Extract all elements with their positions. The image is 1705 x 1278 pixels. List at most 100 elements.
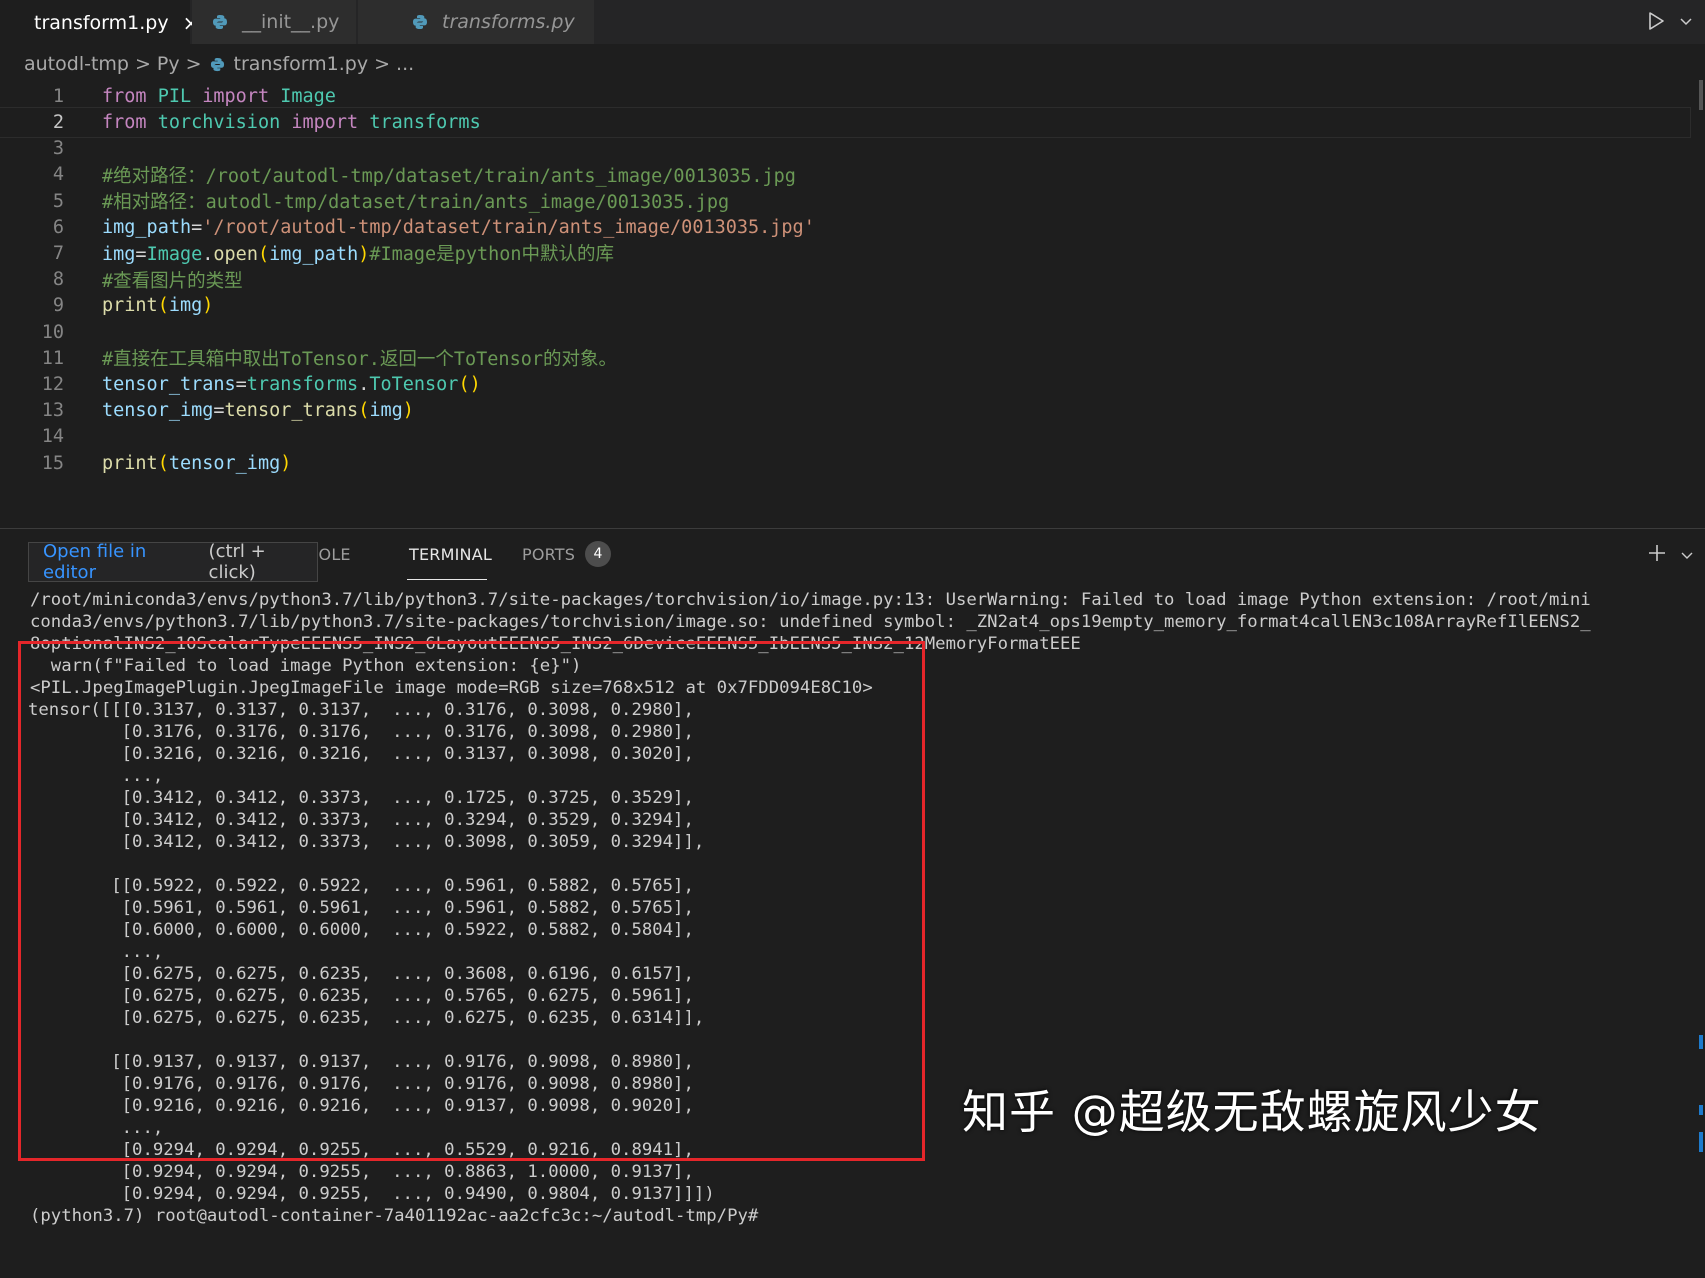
- code-token: transforms: [358, 111, 481, 133]
- run-python-file-icon[interactable]: [1645, 10, 1667, 32]
- code-token: print: [102, 452, 158, 474]
- code-line[interactable]: 12 tensor_trans=transforms.ToTensor(): [0, 370, 1690, 399]
- editor-tab-bar: transform1.py × __init__.py transforms.p…: [0, 0, 1705, 44]
- code-text: print(tensor_img): [102, 453, 291, 474]
- code-line[interactable]: 15 print(tensor_img): [0, 449, 1690, 478]
- terminal-line: /root/miniconda3/envs/python3.7/lib/pyth…: [30, 590, 1591, 610]
- code-token: from: [102, 111, 147, 133]
- code-line[interactable]: 5 #相对路径：autodl-tmp/dataset/train/ants_ima…: [0, 187, 1690, 216]
- highlight-annotation-box: [18, 641, 925, 1161]
- code-token: #查看图片的类型: [102, 270, 243, 292]
- code-token: tensor_trans: [102, 373, 236, 395]
- tab-ports[interactable]: PORTS: [522, 545, 575, 564]
- line-number: 2: [52, 111, 64, 133]
- code-line[interactable]: 9 print(img): [0, 292, 1690, 321]
- code-line[interactable]: 2 from torchvision import transforms: [0, 107, 1691, 138]
- code-token: =: [191, 216, 203, 238]
- code-text: #查看图片的类型: [102, 267, 243, 293]
- breadcrumb: autodl-tmp > Py > transform1.py > ...: [24, 48, 414, 80]
- chevron-down-icon[interactable]: [1681, 549, 1693, 561]
- code-token: (): [458, 373, 481, 395]
- code-text: tensor_img=tensor_trans(img): [102, 400, 414, 421]
- code-token: open: [213, 244, 258, 266]
- code-line[interactable]: 10: [0, 318, 1690, 347]
- line-number: 6: [52, 216, 64, 238]
- code-token: import: [291, 111, 359, 133]
- terminal-line: (python3.7) root@autodl-container-7a4011…: [30, 1206, 769, 1226]
- code-token: tensor_trans: [224, 400, 359, 422]
- code-line[interactable]: 14: [0, 423, 1690, 452]
- tab-label: transforms.py: [442, 11, 575, 33]
- breadcrumb-separator: >: [185, 53, 202, 75]
- code-token: PIL: [146, 85, 203, 107]
- code-token: ToTensor: [369, 373, 459, 395]
- code-token: tensor_img: [168, 452, 281, 474]
- code-token: ): [280, 452, 292, 474]
- code-token: (: [157, 295, 169, 317]
- code-token: #Image是python中默认的库: [369, 244, 615, 266]
- code-token: ): [358, 244, 370, 266]
- terminal-line: [0.9294, 0.9294, 0.9255, ..., 0.8863, 1.…: [28, 1162, 694, 1182]
- code-token: #直接在工具箱中取出ToTensor.返回一个ToTensor的对象。: [102, 349, 617, 371]
- code-token: .: [358, 373, 370, 395]
- ports-count-badge: 4: [585, 541, 611, 567]
- code-text: #绝对路径：/root/autodl-tmp/dataset/train/ant…: [102, 162, 796, 188]
- code-token: from: [102, 85, 147, 107]
- line-number: 5: [52, 190, 64, 212]
- tab-transforms-py[interactable]: transforms.py: [358, 0, 594, 44]
- code-token: Image: [146, 244, 203, 266]
- editor-scrollbar[interactable]: [1699, 80, 1703, 110]
- code-text: tensor_trans=transforms.ToTensor(): [102, 374, 481, 395]
- breadcrumb-separator: >: [134, 53, 151, 75]
- code-line[interactable]: 8 #查看图片的类型: [0, 265, 1690, 294]
- code-line[interactable]: 7 img=Image.open(img_path)#Image是python中默…: [0, 239, 1690, 268]
- code-token: (: [358, 400, 370, 422]
- terminal-line: conda3/envs/python3.7/lib/python3.7/site…: [30, 612, 1591, 632]
- line-number: 8: [52, 269, 64, 291]
- code-token: print: [102, 295, 158, 317]
- line-number: 11: [41, 347, 64, 369]
- tooltip-hint: (ctrl + click): [208, 541, 266, 583]
- code-token: ): [402, 400, 414, 422]
- code-text: img_path='/root/autodl-tmp/dataset/train…: [102, 217, 815, 238]
- tab-transform1-py[interactable]: transform1.py ×: [0, 0, 199, 44]
- code-text: from torchvision import transforms: [102, 112, 481, 133]
- code-token: '/root/autodl-tmp/dataset/train/ants_ima…: [202, 216, 815, 238]
- breadcrumb-item-autodl-tmp[interactable]: autodl-tmp: [24, 53, 129, 75]
- open-file-tooltip: Open file in editor (ctrl + click): [28, 541, 318, 583]
- code-token: img: [168, 295, 203, 317]
- open-file-link[interactable]: Open file in editor: [43, 541, 203, 583]
- tab-terminal[interactable]: TERMINAL: [409, 545, 492, 564]
- line-number: 12: [41, 373, 64, 395]
- line-number: 4: [52, 164, 64, 186]
- code-editor[interactable]: 1 from PIL import Image 2 from torchvision …: [0, 82, 1705, 522]
- python-file-icon: [210, 57, 224, 71]
- code-line[interactable]: 13 tensor_img=tensor_trans(img): [0, 396, 1690, 425]
- tab-init-py[interactable]: __init__.py: [192, 0, 356, 44]
- code-token: transforms: [246, 373, 359, 395]
- line-number: 9: [52, 295, 64, 317]
- breadcrumb-item-file[interactable]: transform1.py: [234, 53, 369, 75]
- code-token: =: [213, 400, 225, 422]
- new-terminal-plus-icon[interactable]: [1647, 543, 1667, 563]
- breadcrumb-item-symbols[interactable]: ...: [396, 53, 414, 75]
- chevron-down-icon[interactable]: [1679, 14, 1693, 28]
- line-number: 14: [41, 426, 64, 448]
- code-token: #绝对路径：/root/autodl-tmp/dataset/train/ant…: [102, 165, 796, 187]
- line-number: 7: [52, 242, 64, 264]
- code-line[interactable]: 1 from PIL import Image: [0, 82, 1690, 111]
- line-number: 3: [52, 138, 64, 160]
- code-line[interactable]: 6 img_path='/root/autodl-tmp/dataset/trai…: [0, 213, 1690, 242]
- terminal-scrollbar-marker: [1699, 1035, 1703, 1049]
- code-text: #相对路径：autodl-tmp/dataset/train/ants_imag…: [102, 188, 729, 214]
- code-token: =: [135, 244, 147, 266]
- breadcrumb-separator: >: [374, 53, 391, 75]
- code-line[interactable]: 4 #绝对路径：/root/autodl-tmp/dataset/train/an…: [0, 161, 1690, 190]
- code-token: img_path: [269, 244, 359, 266]
- breadcrumb-item-py[interactable]: Py: [157, 53, 180, 75]
- code-token: .: [202, 244, 214, 266]
- panel-tab-bar: NSOLE TERMINAL PORTS 4 Open file in edit…: [0, 529, 1705, 585]
- code-line[interactable]: 11 #直接在工具箱中取出ToTensor.返回一个ToTensor的对象。: [0, 344, 1690, 373]
- line-number: 1: [52, 85, 64, 107]
- code-line[interactable]: 3: [0, 134, 1690, 163]
